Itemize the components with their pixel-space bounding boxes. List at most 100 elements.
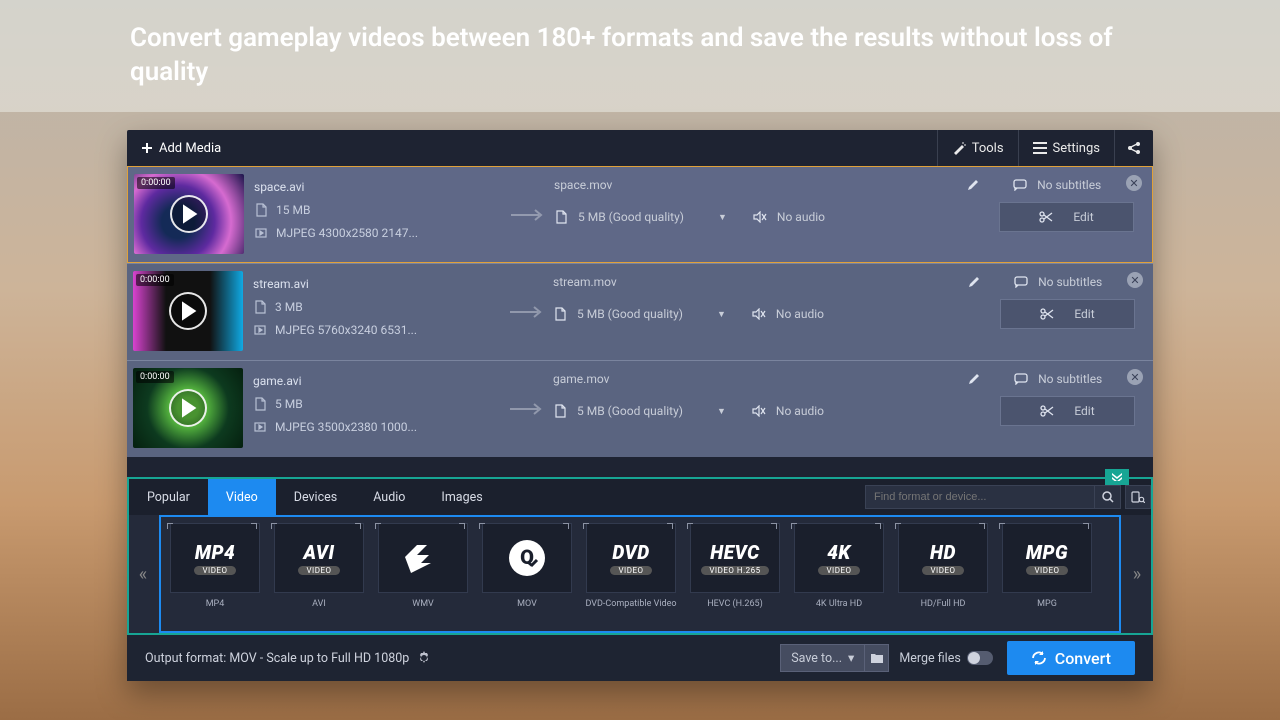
carousel-prev-button[interactable]: « (129, 515, 157, 633)
size-dropdown[interactable]: ▼ (717, 406, 726, 417)
file-icon (254, 203, 268, 217)
svg-text:Q: Q (520, 545, 534, 569)
merge-label: Merge files (899, 651, 960, 666)
tab-images[interactable]: Images (423, 479, 500, 515)
format-caption: WMV (412, 599, 434, 609)
source-info: game.avi 5 MB MJPEG 3500x2380 1000... (243, 368, 503, 450)
device-search-icon (1131, 491, 1145, 503)
output-format-text: Output format: MOV - Scale up to Full HD… (145, 651, 409, 666)
format-search-input[interactable] (865, 485, 1095, 509)
search-icon (1102, 491, 1114, 503)
format-card-mpg[interactable]: MPGVIDEOMPG (999, 523, 1095, 625)
audio-label: No audio (777, 210, 855, 224)
tools-label: Tools (972, 141, 1004, 156)
format-card-wmv[interactable]: WMV (375, 523, 471, 625)
subtitle-icon (1013, 179, 1027, 191)
format-card-dvd[interactable]: DVDVIDEODVD-Compatible Video (583, 523, 679, 625)
size-dropdown[interactable]: ▼ (717, 309, 726, 320)
arrow-icon (503, 368, 553, 450)
add-media-button[interactable]: Add Media (127, 130, 235, 166)
edit-button[interactable]: Edit (1000, 396, 1135, 426)
tab-devices[interactable]: Devices (276, 479, 355, 515)
edit-button[interactable]: Edit (1000, 299, 1135, 329)
chevron-down-icon: ▾ (848, 650, 854, 666)
rename-button[interactable] (967, 179, 979, 191)
format-caption: AVI (312, 599, 326, 609)
remove-row-button[interactable]: ✕ (1126, 175, 1142, 191)
folder-icon (870, 652, 884, 664)
timecode: 0:00:00 (136, 371, 174, 383)
arrow-icon (503, 271, 553, 353)
source-size: 15 MB (276, 203, 310, 217)
source-info: stream.avi 3 MB MJPEG 5760x3240 6531... (243, 271, 503, 353)
merge-files-toggle[interactable]: Merge files (899, 651, 992, 666)
file-icon (553, 307, 567, 321)
scissors-icon (1039, 211, 1053, 223)
video-thumbnail[interactable]: 0:00:00 (133, 271, 243, 351)
edit-button[interactable]: Edit (999, 202, 1134, 232)
source-codec: MJPEG 4300x2580 2147... (276, 226, 418, 240)
media-row[interactable]: 0:00:00 stream.avi 3 MB MJPEG 5760x3240 … (127, 263, 1153, 360)
share-button[interactable] (1114, 130, 1153, 166)
output-size: 5 MB (Good quality) (578, 210, 708, 224)
menu-icon (1033, 142, 1047, 154)
tab-popular[interactable]: Popular (129, 479, 208, 515)
format-card-mp4[interactable]: MP4VIDEOMP4 (167, 523, 263, 625)
convert-button[interactable]: Convert (1007, 641, 1135, 675)
timecode: 0:00:00 (137, 177, 175, 189)
bottom-bar: Output format: MOV - Scale up to Full HD… (127, 635, 1153, 681)
tab-video[interactable]: Video (208, 479, 276, 515)
format-caption: MP4 (206, 599, 225, 609)
format-panel: PopularVideoDevicesAudioImages « MP4VIDE… (127, 477, 1153, 635)
video-thumbnail[interactable]: 0:00:00 (133, 368, 243, 448)
media-row[interactable]: 0:00:00 space.avi 15 MB MJPEG 4300x2580 … (127, 166, 1153, 263)
search-button[interactable] (1095, 485, 1121, 509)
format-caption: 4K Ultra HD (816, 599, 862, 609)
remove-row-button[interactable]: ✕ (1127, 369, 1143, 385)
format-card-hd[interactable]: HDVIDEOHD/Full HD (895, 523, 991, 625)
settings-label: Settings (1053, 141, 1100, 156)
audio-mute-icon (752, 308, 766, 320)
format-card-4k[interactable]: 4KVIDEO4K Ultra HD (791, 523, 887, 625)
source-filename: stream.avi (253, 277, 493, 291)
output-filename: stream.mov (553, 275, 958, 289)
add-media-label: Add Media (159, 141, 221, 156)
page-headline: Convert gameplay videos between 180+ for… (0, 0, 1280, 112)
video-thumbnail[interactable]: 0:00:00 (134, 174, 244, 254)
source-filename: game.avi (253, 374, 493, 388)
detect-device-button[interactable] (1125, 485, 1151, 509)
carousel-next-button[interactable]: » (1123, 515, 1151, 633)
arrow-icon (504, 174, 554, 255)
media-row[interactable]: 0:00:00 game.avi 5 MB MJPEG 3500x2380 10… (127, 360, 1153, 457)
format-card-hevc[interactable]: HEVCVIDEO H.265HEVC (H.265) (687, 523, 783, 625)
edit-label: Edit (1074, 404, 1094, 418)
open-folder-button[interactable] (865, 644, 889, 672)
size-dropdown[interactable]: ▼ (718, 212, 727, 223)
rename-button[interactable] (968, 276, 980, 288)
media-list: 0:00:00 space.avi 15 MB MJPEG 4300x2580 … (127, 166, 1153, 457)
audio-mute-icon (752, 405, 766, 417)
scissors-icon (1040, 405, 1054, 417)
remove-row-button[interactable]: ✕ (1127, 272, 1143, 288)
subtitles-label: No subtitles (1038, 372, 1116, 386)
wand-icon (952, 141, 966, 155)
codec-icon (253, 421, 267, 433)
collapse-panel-button[interactable] (1105, 469, 1129, 485)
tab-audio[interactable]: Audio (355, 479, 423, 515)
settings-button[interactable]: Settings (1018, 130, 1114, 166)
rename-button[interactable] (968, 373, 980, 385)
subtitle-icon (1014, 276, 1028, 288)
convert-label: Convert (1055, 649, 1111, 668)
format-card-mov[interactable]: QMOV (479, 523, 575, 625)
source-info: space.avi 15 MB MJPEG 4300x2580 2147... (244, 174, 504, 255)
codec-icon (253, 324, 267, 336)
file-icon (554, 210, 568, 224)
save-to-button[interactable]: Save to... ▾ (780, 644, 865, 672)
output-settings-button[interactable] (417, 651, 431, 665)
toggle-icon (967, 651, 993, 665)
file-icon (253, 300, 267, 314)
edit-label: Edit (1074, 307, 1094, 321)
tools-button[interactable]: Tools (937, 130, 1018, 166)
output-filename: space.mov (554, 178, 957, 192)
format-card-avi[interactable]: AVIVIDEOAVI (271, 523, 367, 625)
